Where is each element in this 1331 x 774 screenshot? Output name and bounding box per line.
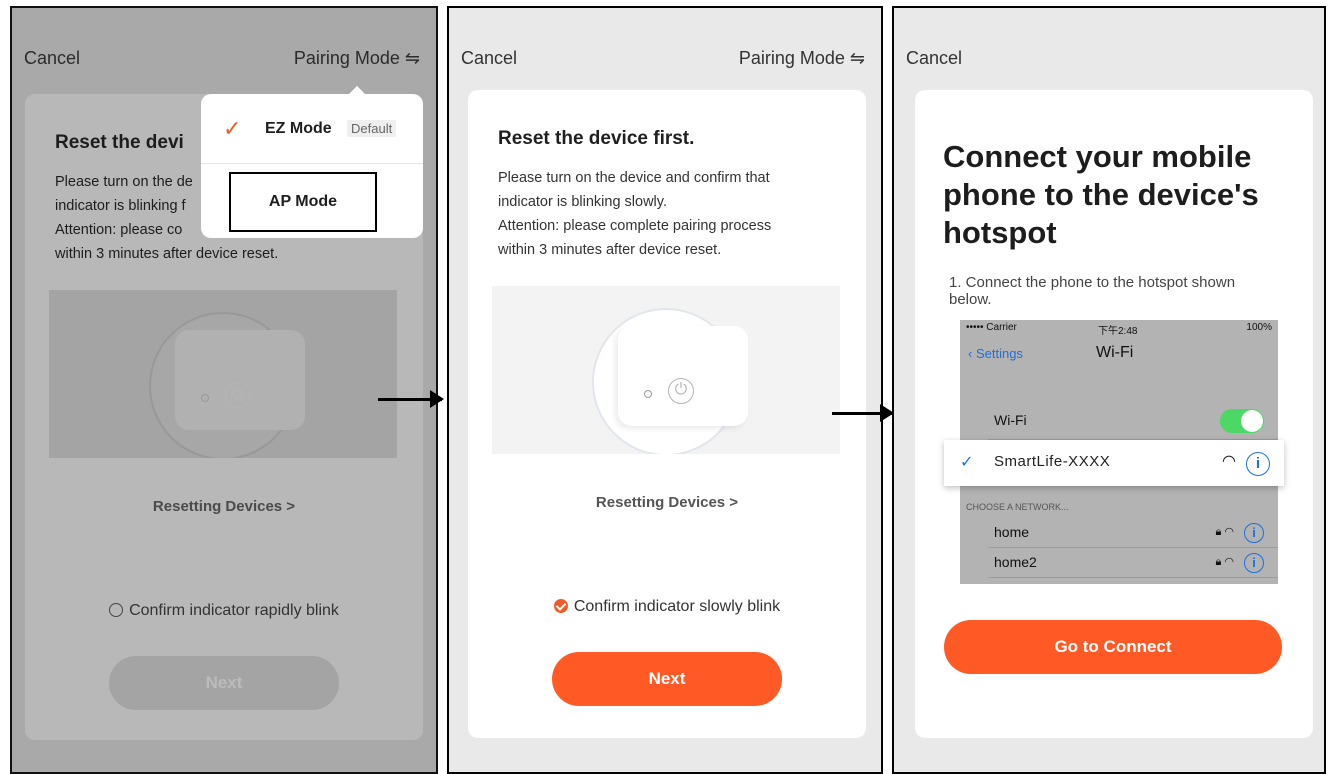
resetting-devices-link[interactable]: Resetting Devices > <box>25 498 423 515</box>
pairing-mode-button[interactable]: Pairing Mode ⇋ <box>294 48 420 69</box>
carrier-label: ••••• Carrier <box>966 322 1017 333</box>
confirm-label: Confirm indicator slowly blink <box>573 598 781 615</box>
menu-item-ap-mode[interactable]: AP Mode <box>229 172 377 232</box>
default-badge: Default <box>347 120 397 137</box>
next-button[interactable]: Next <box>552 652 782 706</box>
network-name: SmartLife-XXXX <box>994 453 1111 470</box>
menu-item-ez-mode[interactable]: ✓ EZ Mode Default <box>201 94 423 164</box>
device-illustration: ⏻ <box>492 286 840 454</box>
indicator-led-icon <box>644 390 652 398</box>
connect-card: Connect your mobile phone to the device'… <box>915 90 1313 738</box>
radio-icon <box>109 603 124 617</box>
card-description: Please turn on the device and confirm th… <box>498 166 828 262</box>
desc-line: Please turn on the device and confirm th… <box>498 170 770 186</box>
ez-mode-label: EZ Mode <box>265 120 332 137</box>
device-circle: ⏻ <box>592 308 748 454</box>
status-bar: ••••• Carrier 下午2:48 100% <box>966 322 1272 337</box>
network-row[interactable]: home 🔒︎ ◠ i <box>988 518 1278 548</box>
back-label: Settings <box>975 346 1023 361</box>
panel-connect-hotspot: Cancel Connect your mobile phone to the … <box>892 6 1326 774</box>
check-icon: ✓ <box>960 454 974 471</box>
power-icon: ⏻ <box>668 378 694 404</box>
card-title: Reset the device first. <box>498 128 695 149</box>
nav-title: Wi-Fi <box>1096 344 1134 361</box>
cancel-button[interactable]: Cancel <box>906 48 962 69</box>
top-bar: Cancel <box>894 48 1324 78</box>
wifi-label: Wi-Fi <box>994 412 1027 428</box>
panel-reset-device: Cancel Pairing Mode ⇋ Reset the device f… <box>447 6 883 774</box>
pairing-mode-button[interactable]: Pairing Mode ⇋ <box>739 48 865 69</box>
desc-line: within 3 minutes after device reset. <box>498 242 722 258</box>
check-icon: ✓ <box>223 116 242 141</box>
resetting-devices-link[interactable]: Resetting Devices > <box>468 494 866 511</box>
confirm-radio[interactable]: Confirm indicator rapidly blink <box>25 602 423 620</box>
network-row[interactable]: home2 🔒︎ ◠ i <box>988 548 1278 578</box>
page-title: Connect your mobile phone to the device'… <box>943 139 1259 250</box>
lock-wifi-icon: 🔒︎ ◠ <box>1215 526 1234 538</box>
go-to-connect-button[interactable]: Go to Connect <box>944 620 1282 674</box>
tutorial-strip: Cancel Pairing Mode ⇋ Reset the devi Ple… <box>0 0 1331 774</box>
network-name: home <box>994 524 1030 540</box>
battery-label: 100% <box>1246 322 1272 333</box>
device-body: ⏻ <box>175 330 305 430</box>
radio-checked-icon <box>553 599 568 613</box>
choose-network-label: CHOOSE A NETWORK... <box>966 502 1069 512</box>
pairing-mode-dropdown: ✓ EZ Mode Default AP Mode <box>201 86 423 238</box>
confirm-label: Confirm indicator rapidly blink <box>129 602 339 619</box>
next-button[interactable]: Next <box>109 656 339 710</box>
arrow-right-icon <box>378 390 444 408</box>
device-body: ⏻ <box>618 326 748 426</box>
back-button[interactable]: ‹ Settings <box>968 346 1023 361</box>
wifi-toggle[interactable] <box>1220 409 1264 433</box>
desc-line: within 3 minutes after device reset. <box>55 246 279 262</box>
info-icon[interactable]: i <box>1244 523 1264 543</box>
top-bar: Cancel Pairing Mode ⇋ <box>449 48 881 78</box>
network-name: home2 <box>994 554 1037 570</box>
time-label: 下午2:48 <box>1098 326 1138 337</box>
device-circle: ⏻ <box>149 312 305 458</box>
device-illustration: ⏻ <box>49 290 397 458</box>
wifi-settings-screenshot: ••••• Carrier 下午2:48 100% ‹ Settings Wi-… <box>944 320 1284 584</box>
wifi-icon: ◠ <box>1222 453 1236 470</box>
confirm-radio[interactable]: Confirm indicator slowly blink <box>468 598 866 616</box>
power-icon: ⏻ <box>225 382 251 408</box>
selected-network-row[interactable]: ✓ SmartLife-XXXX ◠ i <box>944 440 1284 486</box>
lock-wifi-icon: 🔒︎ ◠ <box>1215 556 1234 568</box>
nav-bar: ‹ Settings Wi-Fi <box>960 338 1278 366</box>
top-bar: Cancel Pairing Mode ⇋ <box>12 48 436 78</box>
reset-card: Reset the device first. Please turn on t… <box>468 90 866 738</box>
desc-line: Attention: please complete pairing proce… <box>498 218 772 234</box>
arrow-right-icon <box>832 404 894 422</box>
cancel-button[interactable]: Cancel <box>461 48 517 69</box>
cancel-button[interactable]: Cancel <box>24 48 80 69</box>
step-instruction: 1. Connect the phone to the hotspot show… <box>949 274 1236 308</box>
indicator-led-icon <box>201 394 209 402</box>
wifi-toggle-row: Wi-Fi <box>988 402 1278 440</box>
panel-pairing-mode-menu: Cancel Pairing Mode ⇋ Reset the devi Ple… <box>10 6 438 774</box>
card-title: Reset the devi <box>55 132 184 153</box>
desc-line: indicator is blinking slowly. <box>498 194 667 210</box>
info-icon[interactable]: i <box>1246 452 1270 476</box>
info-icon[interactable]: i <box>1244 553 1264 573</box>
